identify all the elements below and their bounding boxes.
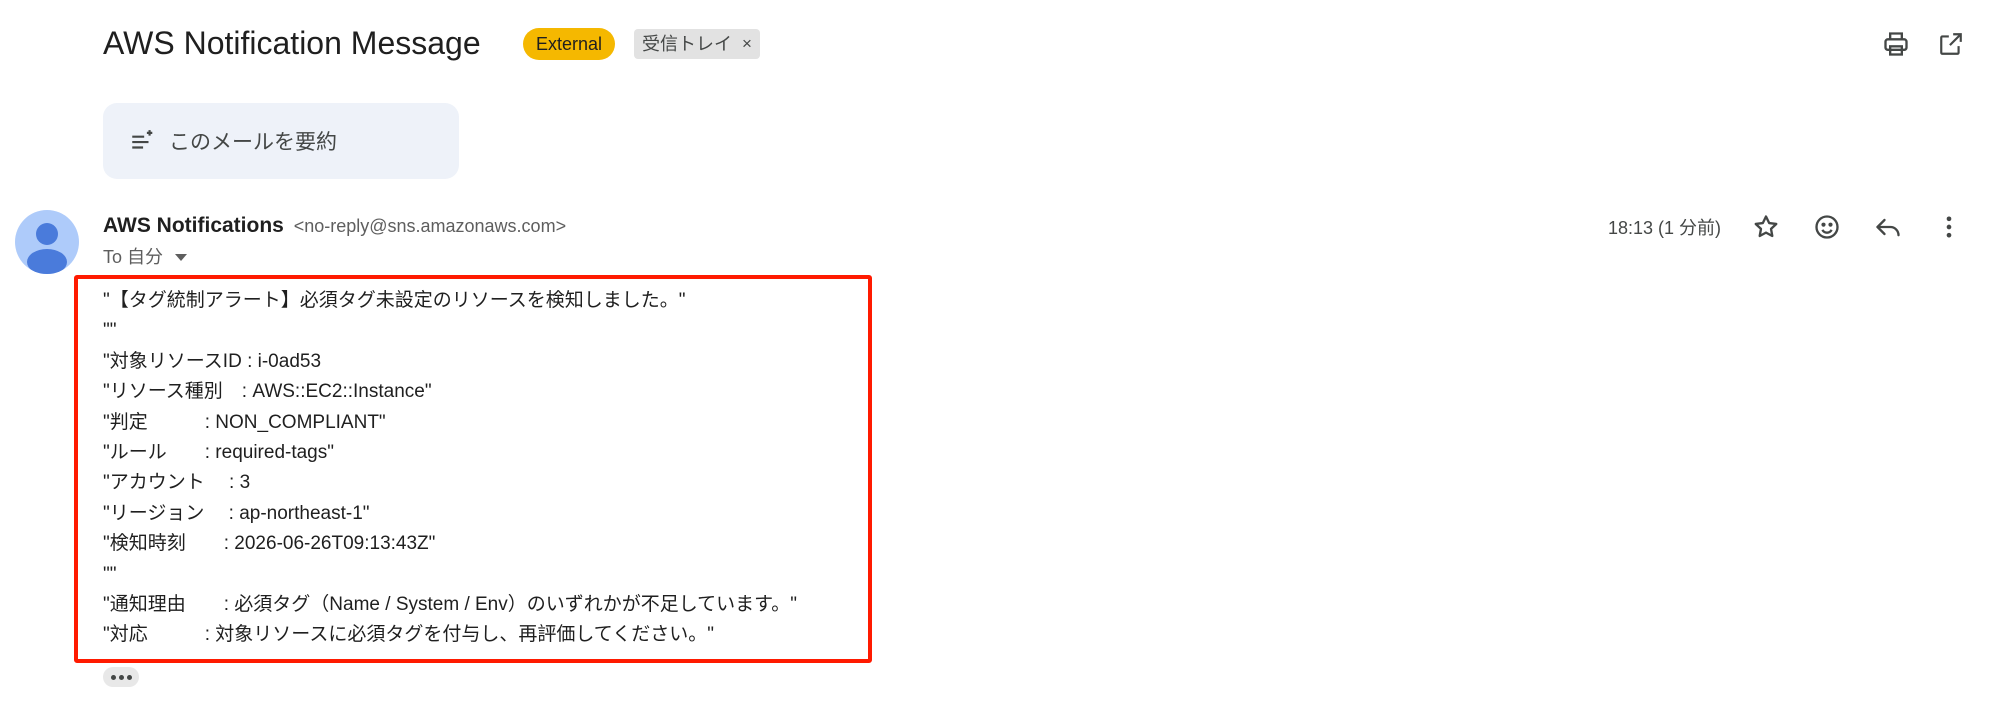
body-line: "アカウント : 3 [103,472,251,494]
sender-avatar[interactable] [15,210,79,274]
star-button[interactable] [1747,208,1785,246]
body-line: "通知理由 : 必須タグ（Name / System / Env）のいずれかが不… [103,593,798,615]
reply-button[interactable] [1869,208,1907,246]
body-line: "対応 : 対象リソースに必須タグを付与し、再評価してください。" [103,624,714,646]
body-line: "" [103,563,117,585]
body-line: "ルール : required-tags" [103,441,334,463]
more-vert-icon [1946,216,1952,238]
sender-name[interactable]: AWS Notifications [103,214,284,237]
body-line: "対象リソースID : i-0ad53 [103,350,322,372]
email-subject: AWS Notification Message [103,25,481,61]
add-reaction-button[interactable] [1808,208,1846,246]
show-trimmed-content-button[interactable] [103,667,139,687]
summarize-label: このメールを要約 [169,131,337,154]
body-line: "【タグ統制アラート】必須タグ未設定のリソースを検知しました。" [103,290,686,311]
external-badge: External [523,28,616,60]
email-body: "【タグ統制アラート】必須タグ未設定のリソースを検知しました。" "" "対象リ… [103,286,797,651]
person-avatar-icon [27,223,67,274]
ellipsis-icon [110,674,116,680]
sender-line: AWS Notifications <no-reply@sns.amazonaw… [103,212,566,240]
body-line: "判定 : NON_COMPLIANT" [103,411,386,433]
summarize-sparkle-icon [132,130,153,149]
recipients-toggle[interactable]: To 自分 [103,244,188,270]
emoji-icon [1815,215,1839,239]
summarize-email-button[interactable]: このメールを要約 [103,103,459,179]
sender-email: <no-reply@sns.amazonaws.com> [293,216,567,236]
print-button[interactable] [1878,26,1914,62]
body-line: "検知時刻 : 2026-06-26T09:13:43Z" [103,533,436,555]
inbox-label-chip[interactable]: 受信トレイ × [634,29,760,59]
body-line: "" [103,320,117,342]
remove-label-button[interactable]: × [742,29,752,59]
star-icon [1754,215,1778,238]
to-label: To 自分 [103,247,164,267]
print-icon [1884,32,1908,56]
chevron-down-icon [175,253,188,261]
body-line: "リージョン : ap-northeast-1" [103,502,370,524]
email-timestamp: 18:13 (1 分前) [1608,218,1722,238]
open-in-new-icon [1940,33,1962,55]
body-line: "リソース種別 : AWS::EC2::Instance" [103,381,432,403]
open-in-new-window-button[interactable] [1933,26,1969,62]
inbox-label-text: 受信トレイ [642,34,732,54]
reply-icon [1876,218,1900,237]
more-options-button[interactable] [1930,208,1968,246]
